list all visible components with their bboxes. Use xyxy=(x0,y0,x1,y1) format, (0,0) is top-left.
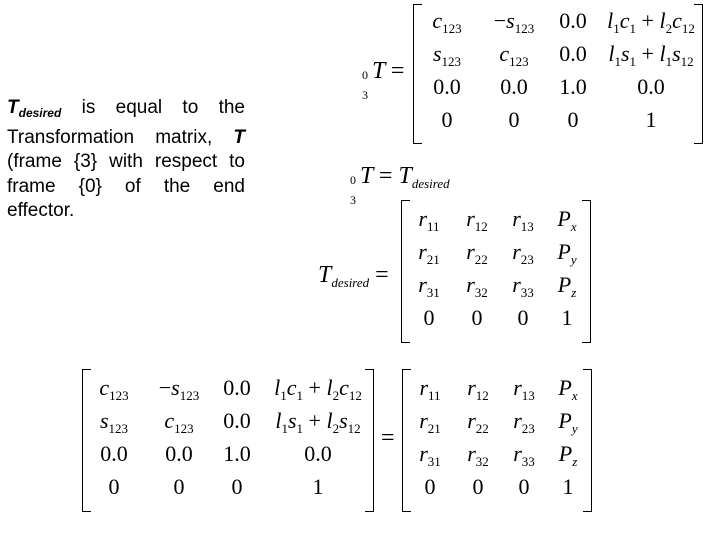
matrix-cell: 0.0 xyxy=(165,441,193,466)
eq3-lhs: Tdesired = xyxy=(318,262,389,290)
matrix-cell: 0.0 xyxy=(559,8,587,33)
matrix-cell: 0 xyxy=(423,305,435,330)
matrix-cell: c123 xyxy=(432,8,462,36)
eq1-lhs: 03T = xyxy=(362,58,405,102)
matrix-cell: 0 xyxy=(231,474,243,499)
matrix-cell: s123 xyxy=(432,41,462,69)
eq4-right-matrix: r11 r12 r13 Px r21 r22 r23 Py r31 r32 r33 Pz 0 0 0 1 xyxy=(402,369,592,512)
matrix-cell: r13 xyxy=(512,206,534,234)
matrix-cell: 0 xyxy=(108,474,120,499)
matrix-cell: r11 xyxy=(418,206,440,234)
matrix-cell: 1 xyxy=(561,305,573,330)
matrix-cell: −s123 xyxy=(158,375,200,403)
matrix-cell: 0.0 xyxy=(637,74,665,99)
matrix-cell: r11 xyxy=(419,375,441,403)
matrix-cell: l1s1 + l2s12 xyxy=(275,408,361,436)
matrix-cell: r12 xyxy=(466,206,488,234)
matrix-cell: Pz xyxy=(557,272,577,300)
matrix-cell: r21 xyxy=(419,408,441,436)
eq3-matrix: r11 r12 r13 Px r21 r22 r23 Py r31 r32 r33 Pz 0 0 0 1 xyxy=(401,200,591,343)
matrix-cell: 1 xyxy=(645,107,657,132)
matrix-cell: 1 xyxy=(312,474,324,499)
matrix-cell: r13 xyxy=(513,375,535,403)
t-symbol: T xyxy=(233,126,245,148)
matrix-cell: 0 xyxy=(173,474,185,499)
matrix-cell: 0.0 xyxy=(559,41,587,66)
matrix-cell: c123 xyxy=(164,408,194,436)
matrix-cell: Py xyxy=(557,239,577,267)
matrix-cell: c123 xyxy=(99,375,129,403)
matrix-cell: 0 xyxy=(567,107,579,132)
matrix-cell: 0.0 xyxy=(223,408,251,433)
matrix-cell: 0 xyxy=(424,474,436,499)
matrix-cell: s123 xyxy=(99,408,129,436)
matrix-cell: 0.0 xyxy=(223,375,251,400)
matrix-cell: Py xyxy=(558,408,578,436)
matrix-cell: 0 xyxy=(472,474,484,499)
matrix-cell: 0.0 xyxy=(433,74,461,99)
t-desired-symbol: Tdesired xyxy=(7,97,62,120)
matrix-cell: r21 xyxy=(418,239,440,267)
eq4-left-matrix: c123 −s123 0.0 l1c1 + l2c12 s123 c123 0.0 l1s1 … xyxy=(82,369,374,512)
eq2: 03T = Tdesired xyxy=(350,163,450,207)
matrix-cell: r12 xyxy=(467,375,489,403)
matrix-cell: 0 xyxy=(508,107,520,132)
matrix-cell: 0 xyxy=(441,107,453,132)
eq4-equals: = xyxy=(381,425,395,451)
matrix-cell: Pz xyxy=(558,441,578,469)
matrix-cell: r23 xyxy=(512,239,534,267)
matrix-cell: l1c1 + l2c12 xyxy=(274,375,362,403)
matrix-cell: 0.0 xyxy=(100,441,128,466)
matrix-cell: r22 xyxy=(467,408,489,436)
matrix-cell: 0.0 xyxy=(304,441,332,466)
matrix-cell: 0 xyxy=(517,305,529,330)
matrix-cell: r23 xyxy=(513,408,535,436)
matrix-cell: r32 xyxy=(467,441,489,469)
matrix-cell: Px xyxy=(558,375,578,403)
matrix-cell: r33 xyxy=(512,272,534,300)
matrix-cell: 0 xyxy=(471,305,483,330)
eq1-matrix: c123 −s123 0.0 l1c1 + l2c12 s123 c123 0.0 l1s1 … xyxy=(413,4,703,144)
matrix-cell: l1s1 + l1s12 xyxy=(608,41,694,69)
matrix-cell: r22 xyxy=(466,239,488,267)
description-paragraph: Tdesired is equal to the Transformation … xyxy=(7,97,245,221)
matrix-cell: 1.0 xyxy=(559,74,587,99)
matrix-cell: r31 xyxy=(418,272,440,300)
matrix-cell: c123 xyxy=(499,41,529,69)
matrix-cell: r32 xyxy=(466,272,488,300)
matrix-cell: 0 xyxy=(518,474,530,499)
matrix-cell: 0.0 xyxy=(500,74,528,99)
matrix-cell: Px xyxy=(557,206,577,234)
matrix-cell: 1 xyxy=(562,474,574,499)
matrix-cell: 1.0 xyxy=(223,441,251,466)
matrix-cell: r31 xyxy=(419,441,441,469)
matrix-cell: −s123 xyxy=(493,8,535,36)
matrix-cell: l1c1 + l2c12 xyxy=(607,8,695,36)
matrix-cell: r33 xyxy=(513,441,535,469)
